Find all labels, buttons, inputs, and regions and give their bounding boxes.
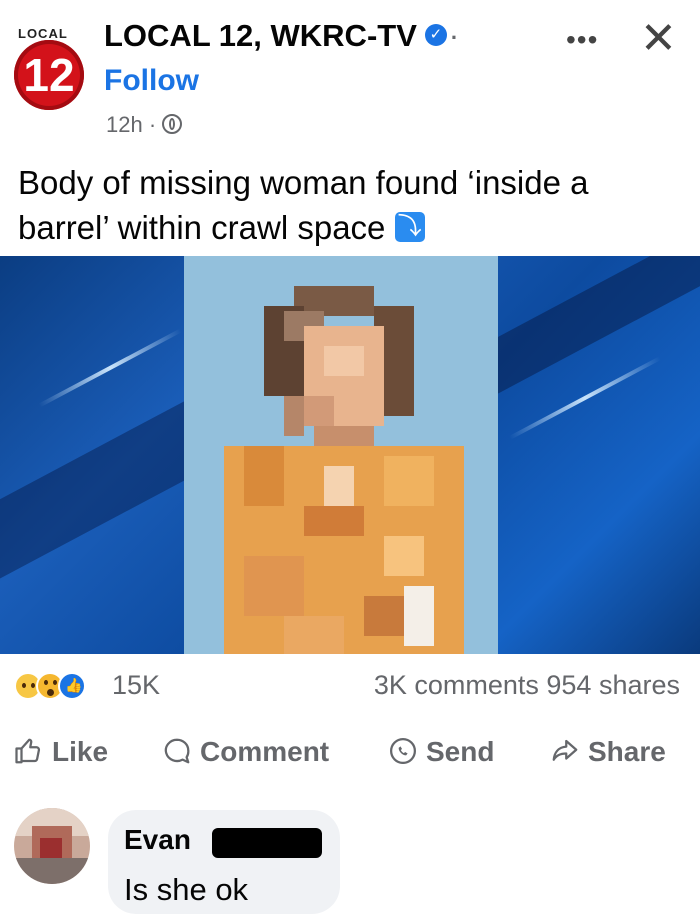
eye <box>31 683 35 688</box>
eye <box>22 683 26 688</box>
pixel-block <box>304 506 364 536</box>
pixel-block <box>324 346 364 376</box>
speech-bubble-icon <box>164 738 190 763</box>
pixel-block <box>284 396 304 436</box>
eye <box>44 680 48 685</box>
page-name[interactable]: LOCAL 12, WKRC-TV ✓ · <box>104 18 458 54</box>
pixel-block <box>244 556 304 616</box>
post-image[interactable] <box>0 256 700 654</box>
page-logo[interactable]: LOCAL 12 <box>12 26 92 110</box>
share-label: Share <box>588 736 666 767</box>
like-button[interactable]: Like <box>14 736 108 769</box>
more-options-icon[interactable]: ••• <box>566 24 598 56</box>
globe-icon <box>162 114 183 135</box>
pixel-block <box>364 596 404 636</box>
eye <box>53 680 57 685</box>
engagement-stats: 15K 3K comments 954 shares <box>0 664 700 710</box>
send-label: Send <box>426 736 495 767</box>
caption-text: Body of missing woman found ‘inside a ba… <box>18 164 589 246</box>
comment-label: Comment <box>200 736 330 767</box>
pixel-block <box>14 858 90 884</box>
post-header: LOCAL 12 LOCAL 12, WKRC-TV ✓ · Follow ••• … <box>0 0 700 150</box>
messenger-icon <box>390 737 416 764</box>
like-label: Like <box>52 736 109 767</box>
pixel-block <box>284 616 344 654</box>
post-time[interactable]: 12h <box>106 112 143 137</box>
comment-item: Evan Is she ok <box>14 808 700 914</box>
pixel-block <box>404 586 434 646</box>
thumbs-up-icon <box>15 738 41 763</box>
down-right-arrow-icon: ⤵ <box>394 212 425 243</box>
mouth <box>47 689 54 696</box>
post-meta: 12h · <box>106 112 183 138</box>
pixel-block <box>304 396 334 426</box>
logo-circle: 12 <box>14 40 84 110</box>
pixelated-portrait <box>184 256 498 654</box>
commenter-name[interactable]: Evan <box>124 824 191 856</box>
comment-text: Is she ok <box>124 872 249 907</box>
light-streak <box>38 328 182 408</box>
pixel-block <box>324 466 354 506</box>
background-band <box>473 256 700 395</box>
redaction-bar <box>212 828 322 858</box>
pixel-block <box>40 838 62 858</box>
comment-bubble: Evan Is she ok <box>108 810 340 914</box>
close-icon[interactable]: ✕ <box>640 14 677 64</box>
commenter-avatar[interactable] <box>14 808 90 884</box>
comments-shares-count[interactable]: 3K comments 954 shares <box>374 670 680 701</box>
logo-wordmark: LOCAL <box>18 26 68 41</box>
page-name-text[interactable]: LOCAL 12, WKRC-TV <box>104 18 417 53</box>
action-bar: Like Comment Send Share <box>0 730 700 782</box>
follow-button[interactable]: Follow <box>104 64 199 98</box>
share-button[interactable]: Share <box>550 736 666 769</box>
send-button[interactable]: Send <box>388 736 494 769</box>
share-arrow-icon <box>552 739 578 761</box>
reaction-count[interactable]: 15K <box>112 670 160 701</box>
header-dot: · <box>450 24 459 50</box>
pixel-block <box>244 446 284 506</box>
verified-badge-icon: ✓ <box>424 23 447 46</box>
pixel-block <box>384 536 424 576</box>
comment-button[interactable]: Comment <box>162 736 329 769</box>
like-reaction-icon <box>58 672 86 700</box>
pixel-block <box>384 456 434 506</box>
post-caption: Body of missing woman found ‘inside a ba… <box>18 160 678 250</box>
meta-separator: · <box>148 112 157 137</box>
